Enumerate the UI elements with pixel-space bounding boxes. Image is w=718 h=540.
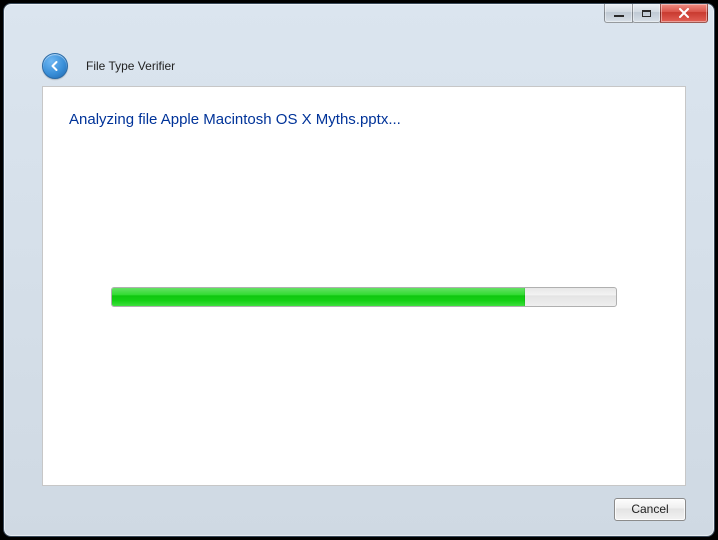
close-button[interactable] — [660, 4, 708, 23]
maximize-icon — [642, 10, 651, 17]
back-button[interactable] — [42, 53, 68, 79]
window-controls — [605, 4, 708, 24]
progress-bar — [111, 287, 617, 307]
content-panel: Analyzing file Apple Macintosh OS X Myth… — [42, 86, 686, 486]
maximize-button[interactable] — [632, 4, 661, 23]
back-arrow-icon — [48, 59, 62, 73]
progress-fill — [112, 288, 525, 306]
wizard-title: File Type Verifier — [86, 59, 175, 73]
status-text: Analyzing file Apple Macintosh OS X Myth… — [69, 111, 401, 128]
close-icon — [678, 8, 690, 18]
minimize-icon — [614, 15, 624, 17]
cancel-button[interactable]: Cancel — [614, 498, 686, 521]
wizard-window: File Type Verifier Analyzing file Apple … — [3, 3, 715, 537]
footer: Cancel — [614, 494, 686, 524]
minimize-button[interactable] — [604, 4, 633, 23]
wizard-header: File Type Verifier — [4, 48, 714, 84]
